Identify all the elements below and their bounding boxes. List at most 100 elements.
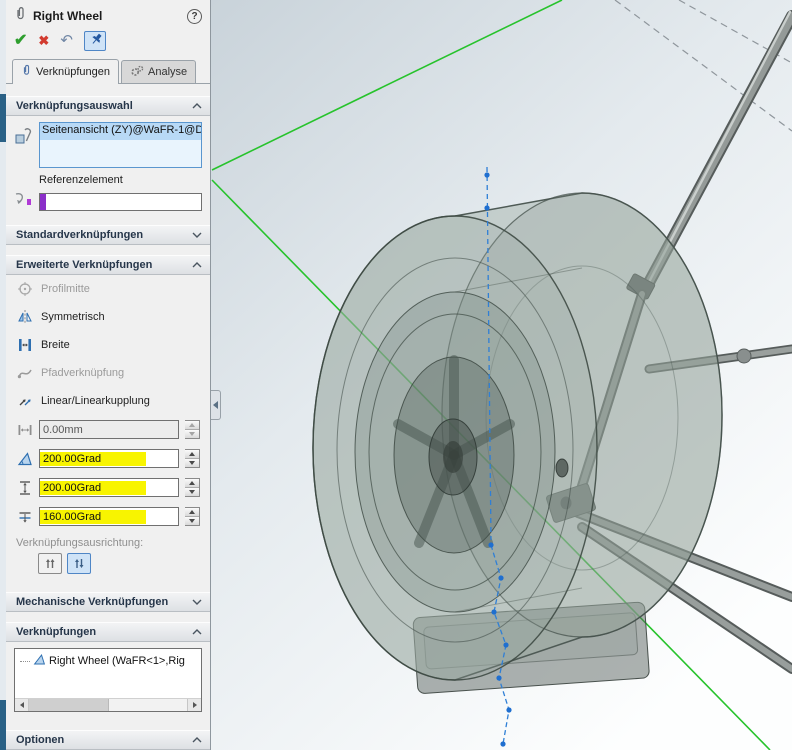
vertical-distance-icon	[16, 479, 33, 496]
tree-connector	[20, 661, 30, 662]
distance-icon	[16, 421, 33, 438]
mate-type-width[interactable]: Breite	[6, 331, 210, 359]
reference-label: Referenzelement	[39, 172, 202, 187]
selected-entity[interactable]: Seitenansicht (ZY)@WaFR-1@D	[40, 123, 201, 140]
profile-center-icon	[16, 281, 33, 298]
reference-selection-field[interactable]	[39, 193, 202, 211]
aligned-button[interactable]	[38, 553, 62, 574]
angle-spinner-2	[185, 478, 200, 497]
property-manager-panel: Right Wheel ? ✔ ✖ ↶ Verknüpfung	[0, 0, 211, 750]
solidworks-window: Right Wheel ? ✔ ✖ ↶ Verknüpfung	[0, 0, 792, 750]
chevron-down-icon	[192, 599, 202, 605]
tie-rod-ball[interactable]	[737, 349, 751, 363]
graphics-viewport[interactable]	[211, 0, 792, 750]
linear-coupler-icon	[16, 393, 33, 410]
distance-spinner	[185, 420, 200, 439]
angle-field-2[interactable]: 200.00Grad	[39, 478, 179, 497]
angle-icon	[16, 450, 33, 467]
section-header-mate-selection[interactable]: Verknüpfungsauswahl	[6, 96, 210, 116]
section-header-mates-list[interactable]: Verknüpfungen	[6, 622, 210, 642]
reference-entity-icon	[14, 191, 34, 212]
distance-mate-row: 0.00mm	[6, 415, 210, 444]
chevron-up-icon	[192, 262, 202, 268]
tab-analyse[interactable]: Analyse	[121, 60, 196, 83]
undo-button[interactable]: ↶	[60, 33, 73, 48]
anti-aligned-icon	[72, 557, 86, 570]
spin-down-button[interactable]	[185, 430, 199, 438]
cancel-button[interactable]: ✖	[38, 34, 49, 47]
section-title: Standardverknüpfungen	[16, 229, 143, 241]
spin-up-button[interactable]	[185, 421, 199, 430]
alignment-buttons	[6, 551, 210, 582]
mates-list-area: Right Wheel (WaFR<1>,Rig	[6, 642, 210, 716]
alignment-label: Verknüpfungsausrichtung:	[6, 531, 210, 551]
scroll-left-button[interactable]	[15, 699, 29, 711]
hub-bore	[443, 441, 463, 473]
spin-down-button[interactable]	[185, 459, 199, 467]
angle-value-2: 200.00Grad	[40, 481, 146, 495]
section-title: Verknüpfungen	[16, 626, 96, 638]
mate-type-linear-coupler[interactable]: Linear/Linearkupplung	[6, 387, 210, 415]
angle-spinner-3	[185, 507, 200, 526]
mate-type-label: Linear/Linearkupplung	[41, 395, 150, 407]
tab-label: Verknüpfungen	[36, 66, 110, 78]
mate-type-profile-center[interactable]: Profilmitte	[6, 275, 210, 303]
tab-label: Analyse	[148, 66, 187, 78]
scroll-right-button[interactable]	[187, 699, 201, 711]
pushpin-icon	[85, 30, 106, 52]
list-item[interactable]: Right Wheel (WaFR<1>,Rig	[15, 649, 201, 671]
help-button[interactable]: ?	[187, 9, 202, 24]
distance-field[interactable]: 0.00mm	[39, 420, 179, 439]
reference-color-bar	[40, 194, 46, 210]
horizontal-scrollbar[interactable]	[15, 698, 201, 711]
mate-entities-icon	[14, 122, 34, 151]
angle-value-3: 160.00Grad	[40, 510, 146, 524]
mate-type-label: Pfadverknüpfung	[41, 367, 124, 379]
panel-tabs: Verknüpfungen Analyse	[6, 56, 210, 84]
tab-verknuepfungen[interactable]: Verknüpfungen	[12, 59, 119, 84]
section-header-standard-mates[interactable]: Standardverknüpfungen	[6, 225, 210, 245]
width-icon	[16, 337, 33, 354]
angle-field-1[interactable]: 200.00Grad	[39, 449, 179, 468]
angle-mate-icon	[33, 653, 46, 669]
section-title: Verknüpfungsauswahl	[16, 100, 133, 112]
mate-type-path[interactable]: Pfadverknüpfung	[6, 359, 210, 387]
panel-body: Right Wheel ? ✔ ✖ ↶ Verknüpfung	[6, 0, 210, 750]
mate-type-symmetric[interactable]: Symmetrisch	[6, 303, 210, 331]
section-header-options[interactable]: Optionen	[6, 730, 210, 750]
hub-bolt	[556, 459, 568, 477]
aligned-icon	[43, 557, 57, 570]
chevron-down-icon	[192, 232, 202, 238]
spin-up-button[interactable]	[185, 450, 199, 459]
page-title: Right Wheel	[33, 9, 181, 23]
section-header-mechanical-mates[interactable]: Mechanische Verknüpfungen	[6, 592, 210, 612]
spin-up-button[interactable]	[185, 508, 199, 517]
section-header-advanced-mates[interactable]: Erweiterte Verknüpfungen	[6, 255, 210, 275]
angle-spinner-1	[185, 449, 200, 468]
spin-down-button[interactable]	[185, 517, 199, 525]
angle-field-3[interactable]: 160.00Grad	[39, 507, 179, 526]
distance-value: 0.00mm	[40, 423, 86, 437]
mate-type-label: Breite	[41, 339, 70, 351]
spin-up-button[interactable]	[185, 479, 199, 488]
mate-selection-listbox[interactable]: Seitenansicht (ZY)@WaFR-1@D	[39, 122, 202, 168]
gears-icon	[130, 64, 144, 80]
panel-collapse-handle[interactable]	[211, 390, 221, 420]
3d-scene	[211, 0, 792, 750]
keep-visible-pin-button[interactable]	[84, 31, 106, 51]
scrollbar-thumb[interactable]	[29, 699, 109, 711]
chevron-up-icon	[192, 737, 202, 743]
vertical-distance-row: 200.00Grad	[6, 473, 210, 502]
path-mate-icon	[16, 365, 33, 382]
anti-aligned-button[interactable]	[67, 553, 91, 574]
section-title: Optionen	[16, 734, 64, 746]
chevron-up-icon	[192, 103, 202, 109]
ok-button[interactable]: ✔	[14, 33, 27, 49]
spin-down-button[interactable]	[185, 488, 199, 496]
mate-type-label: Profilmitte	[41, 283, 90, 295]
mates-listbox[interactable]: Right Wheel (WaFR<1>,Rig	[14, 648, 202, 712]
mate-selection-area: Seitenansicht (ZY)@WaFR-1@D Referenzelem…	[6, 116, 210, 216]
chevron-up-icon	[192, 629, 202, 635]
symmetric-icon	[16, 309, 33, 326]
angle-mate-row: 200.00Grad	[6, 444, 210, 473]
